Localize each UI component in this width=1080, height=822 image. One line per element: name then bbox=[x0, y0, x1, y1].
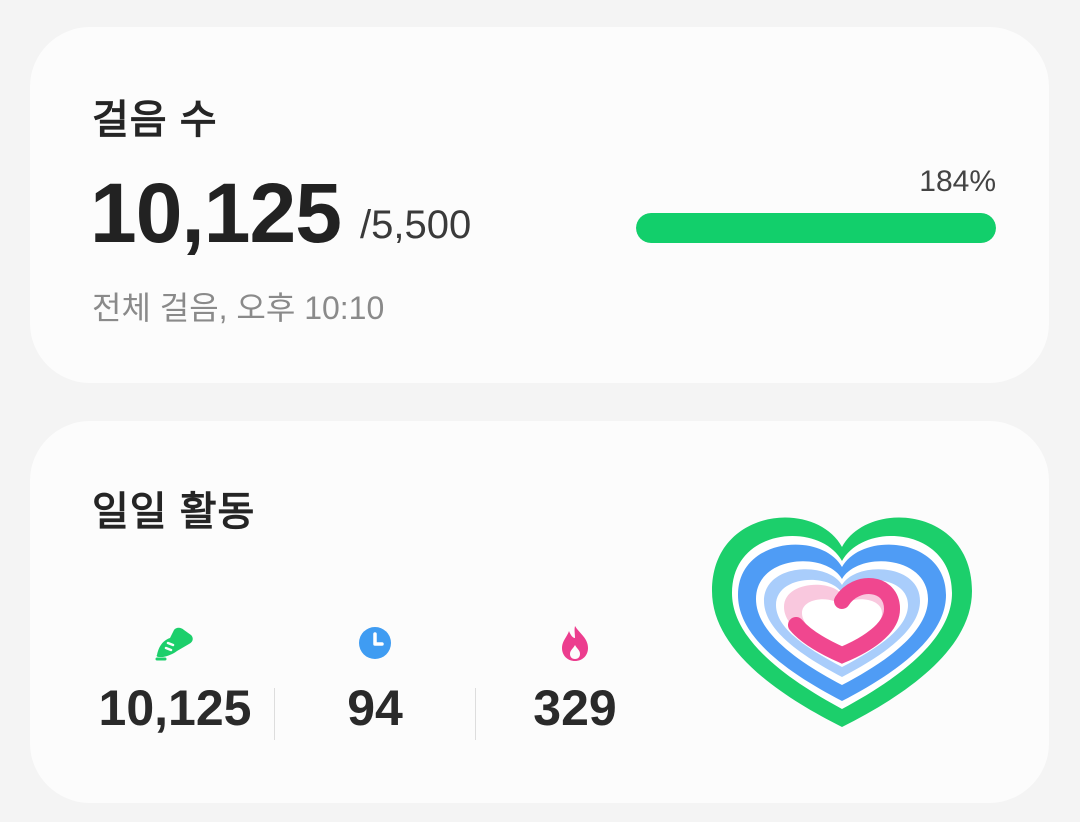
activity-steps-value: 10,125 bbox=[98, 680, 252, 736]
clock-icon bbox=[353, 621, 397, 665]
activity-rings-heart-icon[interactable] bbox=[706, 495, 978, 735]
steps-goal: /5,500 bbox=[360, 203, 472, 247]
steps-progress-fill bbox=[636, 213, 996, 243]
daily-activity-card[interactable]: 일일 활동 10,125 94 329 bbox=[30, 421, 1049, 803]
steps-progress-percent: 184% bbox=[919, 165, 996, 198]
steps-subtitle: 전체 걸음, 오후 10:10 bbox=[92, 290, 385, 326]
activity-calories-value: 329 bbox=[533, 680, 617, 736]
steps-count: 10,125 bbox=[90, 166, 342, 260]
steps-card-title: 걸음 수 bbox=[92, 98, 218, 142]
steps-card[interactable]: 걸음 수 10,125 /5,500 전체 걸음, 오후 10:10 184% bbox=[30, 27, 1049, 383]
shoe-icon bbox=[153, 621, 197, 665]
steps-progress-bar bbox=[636, 213, 996, 243]
daily-activity-title: 일일 활동 bbox=[92, 490, 256, 534]
flame-icon bbox=[553, 621, 597, 665]
activity-minutes-value: 94 bbox=[347, 680, 403, 736]
